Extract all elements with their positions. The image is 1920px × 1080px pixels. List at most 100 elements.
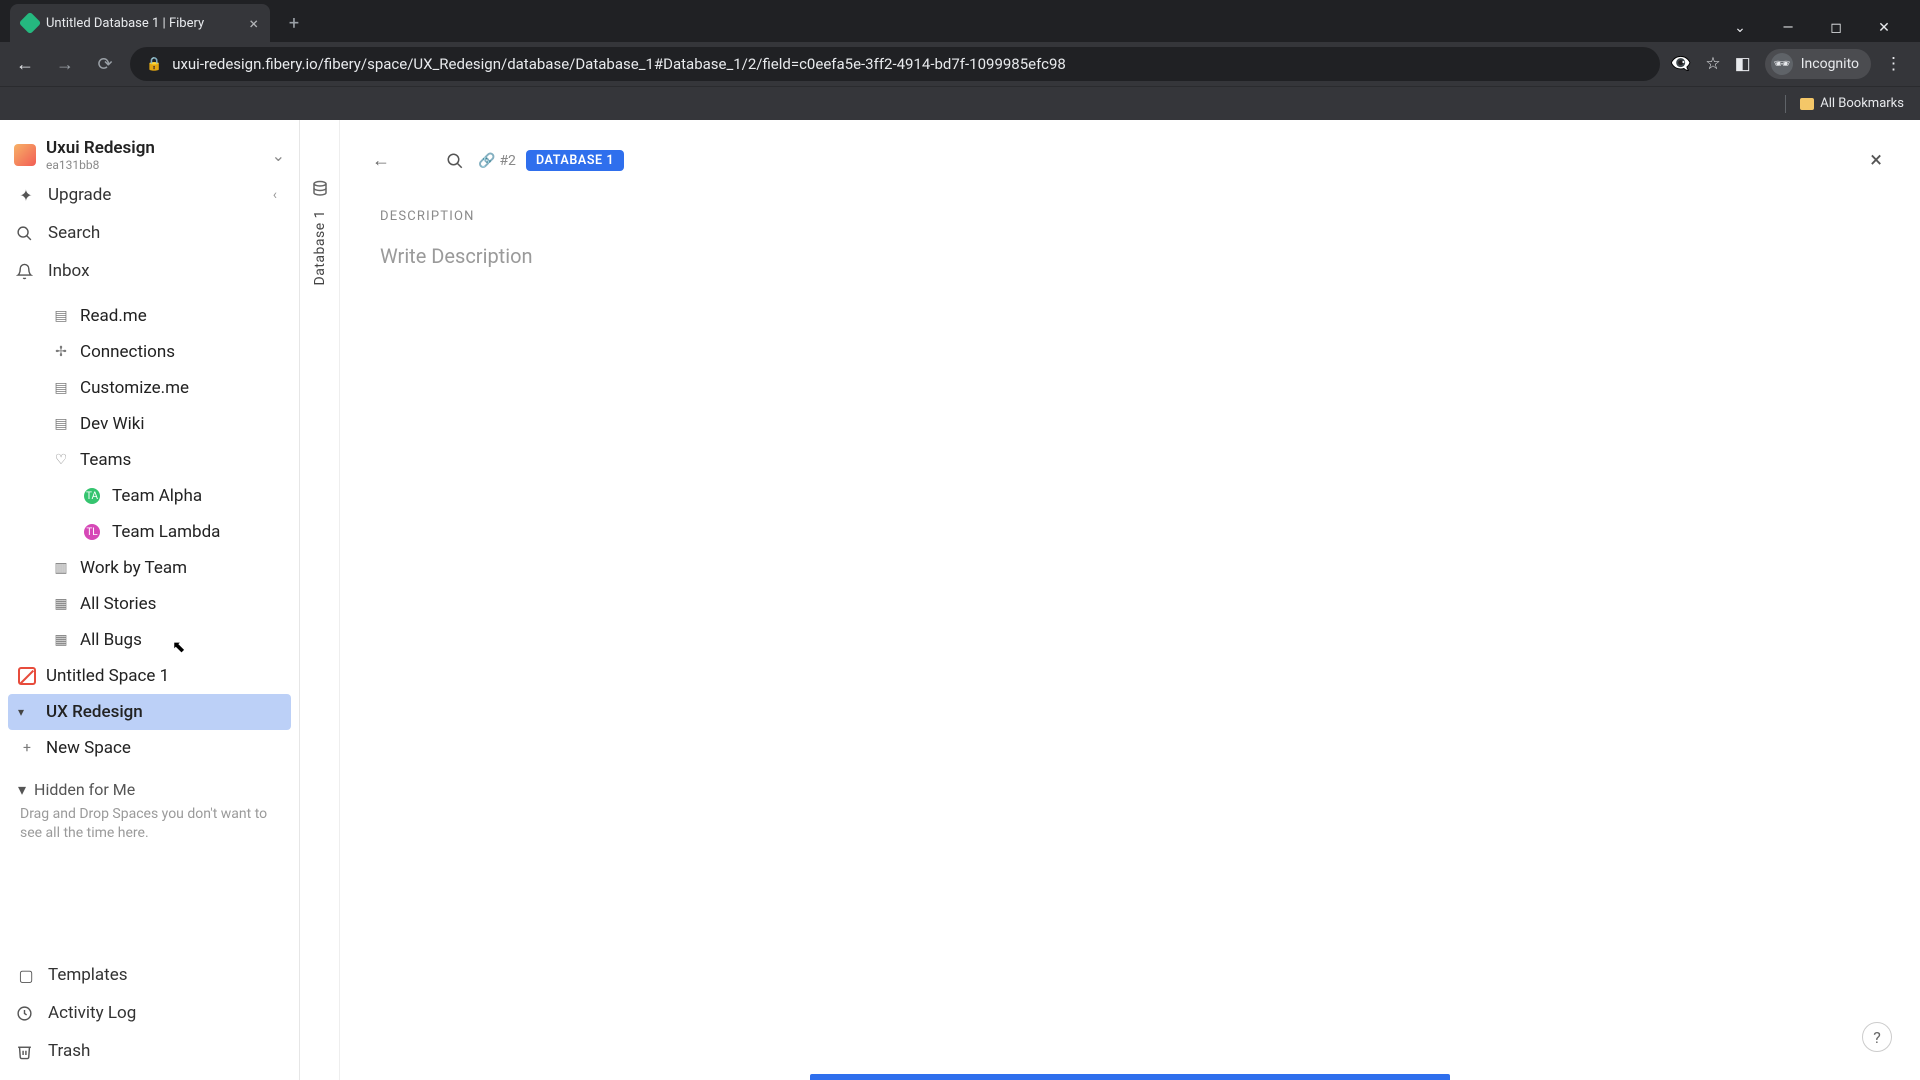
tree-label: Untitled Space 1 <box>46 666 169 686</box>
database-icon <box>311 180 329 198</box>
tree-readme[interactable]: ▤ Read.me <box>0 298 299 334</box>
back-arrow-button[interactable]: ← <box>368 146 394 175</box>
new-space-button[interactable]: + New Space <box>0 730 299 766</box>
tree-label: All Bugs <box>80 630 142 650</box>
bookmark-star-icon[interactable]: ☆ <box>1705 54 1720 74</box>
main-panel: ← 🔗 #2 DATABASE 1 × DESCRIPTION Write De… <box>340 120 1920 1080</box>
caret-down-icon[interactable]: ▾ <box>18 705 32 719</box>
tree-label: UX Redesign <box>46 702 143 722</box>
browser-menu-icon[interactable]: ⋮ <box>1885 54 1902 74</box>
database-rail[interactable]: Database 1 <box>300 120 340 1080</box>
document-icon: ▤ <box>52 379 70 397</box>
sidebar-upgrade[interactable]: ✦ Upgrade ‹ <box>0 176 299 214</box>
reference-chip[interactable]: 🔗 #2 <box>478 153 516 169</box>
sidebar-templates[interactable]: ▢ Templates <box>0 956 299 994</box>
tree-label: Dev Wiki <box>80 414 144 434</box>
help-button[interactable]: ? <box>1862 1022 1892 1052</box>
tree-label: Team Alpha <box>112 486 202 506</box>
main-header: ← 🔗 #2 DATABASE 1 × <box>340 120 1920 189</box>
tree-team-lambda[interactable]: TL Team Lambda <box>0 514 299 550</box>
incognito-label: Incognito <box>1801 56 1859 72</box>
tree-ux-redesign[interactable]: ▾ UX Redesign <box>8 694 291 730</box>
url-text: uxui-redesign.fibery.io/fibery/space/UX_… <box>172 55 1066 73</box>
reload-button[interactable]: ⟳ <box>90 49 120 79</box>
sidebar-activity-log[interactable]: Activity Log <box>0 994 299 1032</box>
tab-strip: Untitled Database 1 | Fibery × + ⌄ ― ◻ ✕ <box>0 0 1920 42</box>
document-icon: ▤ <box>52 307 70 325</box>
caret-down-icon: ▾ <box>18 780 26 799</box>
all-bookmarks-button[interactable]: All Bookmarks <box>1800 96 1904 111</box>
link-icon: 🔗 <box>478 153 495 169</box>
incognito-indicator[interactable]: 🕶 Incognito <box>1765 49 1871 79</box>
tree-customize[interactable]: ▤ Customize.me <box>0 370 299 406</box>
tree-label: New Space <box>46 738 131 758</box>
incognito-icon: 🕶 <box>1771 53 1793 75</box>
rail-label: Database 1 <box>312 210 328 285</box>
sidebar-templates-label: Templates <box>48 965 128 985</box>
tag-icon: ♡ <box>52 451 70 469</box>
sidebar-activity-label: Activity Log <box>48 1003 136 1023</box>
sidebar-inbox[interactable]: Inbox <box>0 252 299 290</box>
tree-work-by-team[interactable]: ▥ Work by Team <box>0 550 299 586</box>
tab-title: Untitled Database 1 | Fibery <box>46 16 204 31</box>
window-controls: ⌄ ― ◻ ✕ <box>1722 6 1920 42</box>
all-bookmarks-label: All Bookmarks <box>1820 96 1904 111</box>
new-tab-button[interactable]: + <box>278 7 310 39</box>
tree-all-bugs[interactable]: ▦ All Bugs <box>0 622 299 658</box>
description-field[interactable]: Write Description <box>340 232 1920 280</box>
fibery-favicon-icon <box>19 12 42 35</box>
workspace-info: Uxui Redesign ea131bb8 <box>46 138 155 172</box>
tree-connections[interactable]: ✢ Connections <box>0 334 299 370</box>
tree-label: Teams <box>80 450 131 470</box>
forward-button[interactable]: → <box>50 49 80 79</box>
address-bar[interactable]: 🔒 uxui-redesign.fibery.io/fibery/space/U… <box>130 47 1660 81</box>
tree-label: Read.me <box>80 306 147 326</box>
sidebar-search[interactable]: Search <box>0 214 299 252</box>
browser-toolbar: ← → ⟳ 🔒 uxui-redesign.fibery.io/fibery/s… <box>0 42 1920 86</box>
bottom-accent-bar <box>810 1074 1450 1080</box>
tab-dropdown-icon[interactable]: ⌄ <box>1722 14 1758 42</box>
description-section-label: DESCRIPTION <box>340 189 1920 232</box>
tree-label: All Stories <box>80 594 156 614</box>
database-badge[interactable]: DATABASE 1 <box>526 150 624 171</box>
reference-count: #2 <box>499 153 516 169</box>
description-placeholder: Write Description <box>380 244 533 268</box>
team-avatar-icon: TA <box>84 488 100 504</box>
close-window-button[interactable]: ✕ <box>1866 14 1902 42</box>
tree-label: Work by Team <box>80 558 187 578</box>
hidden-for-me-section: ▾ Hidden for Me Drag and Drop Spaces you… <box>0 766 299 857</box>
tree-devwiki[interactable]: ▤ Dev Wiki <box>0 406 299 442</box>
collapse-sidebar-icon[interactable]: ‹ <box>273 187 277 203</box>
connections-icon: ✢ <box>52 343 70 361</box>
hidden-hint-text: Drag and Drop Spaces you don't want to s… <box>18 799 281 853</box>
search-button[interactable] <box>442 148 468 174</box>
sidebar: Uxui Redesign ea131bb8 ⌄ ✦ Upgrade ‹ Sea… <box>0 120 300 1080</box>
tree-all-stories[interactable]: ▦ All Stories <box>0 586 299 622</box>
close-panel-button[interactable]: × <box>1860 144 1892 177</box>
side-panel-icon[interactable]: ◧ <box>1735 54 1751 74</box>
hidden-for-me-toggle[interactable]: ▾ Hidden for Me <box>18 780 281 799</box>
grid-icon: ▦ <box>52 631 70 649</box>
chevron-down-icon: ⌄ <box>272 146 285 165</box>
workspace-name: Uxui Redesign <box>46 138 155 158</box>
lock-icon: 🔒 <box>146 57 162 72</box>
sidebar-bottom: ▢ Templates Activity Log Trash <box>0 956 299 1080</box>
toolbar-right: 👁‍🗨 ☆ ◧ 🕶 Incognito ⋮ <box>1670 49 1910 79</box>
hidden-header-label: Hidden for Me <box>34 780 135 799</box>
space-empty-icon <box>18 667 36 685</box>
tab-close-icon[interactable]: × <box>249 14 258 33</box>
maximize-button[interactable]: ◻ <box>1818 14 1854 42</box>
tree-teams[interactable]: ♡ Teams <box>0 442 299 478</box>
minimize-button[interactable]: ― <box>1770 14 1806 42</box>
tree-label: Customize.me <box>80 378 189 398</box>
sidebar-trash[interactable]: Trash <box>0 1032 299 1070</box>
browser-chrome: Untitled Database 1 | Fibery × + ⌄ ― ◻ ✕… <box>0 0 1920 120</box>
tree-untitled-space[interactable]: Untitled Space 1 <box>0 658 299 694</box>
sidebar-search-label: Search <box>48 223 100 243</box>
tracking-blocked-icon[interactable]: 👁‍🗨 <box>1670 54 1691 74</box>
templates-icon: ▢ <box>16 966 36 985</box>
back-button[interactable]: ← <box>10 49 40 79</box>
tree-team-alpha[interactable]: TA Team Alpha <box>0 478 299 514</box>
workspace-switcher[interactable]: Uxui Redesign ea131bb8 ⌄ <box>0 130 299 176</box>
browser-tab[interactable]: Untitled Database 1 | Fibery × <box>10 4 270 42</box>
